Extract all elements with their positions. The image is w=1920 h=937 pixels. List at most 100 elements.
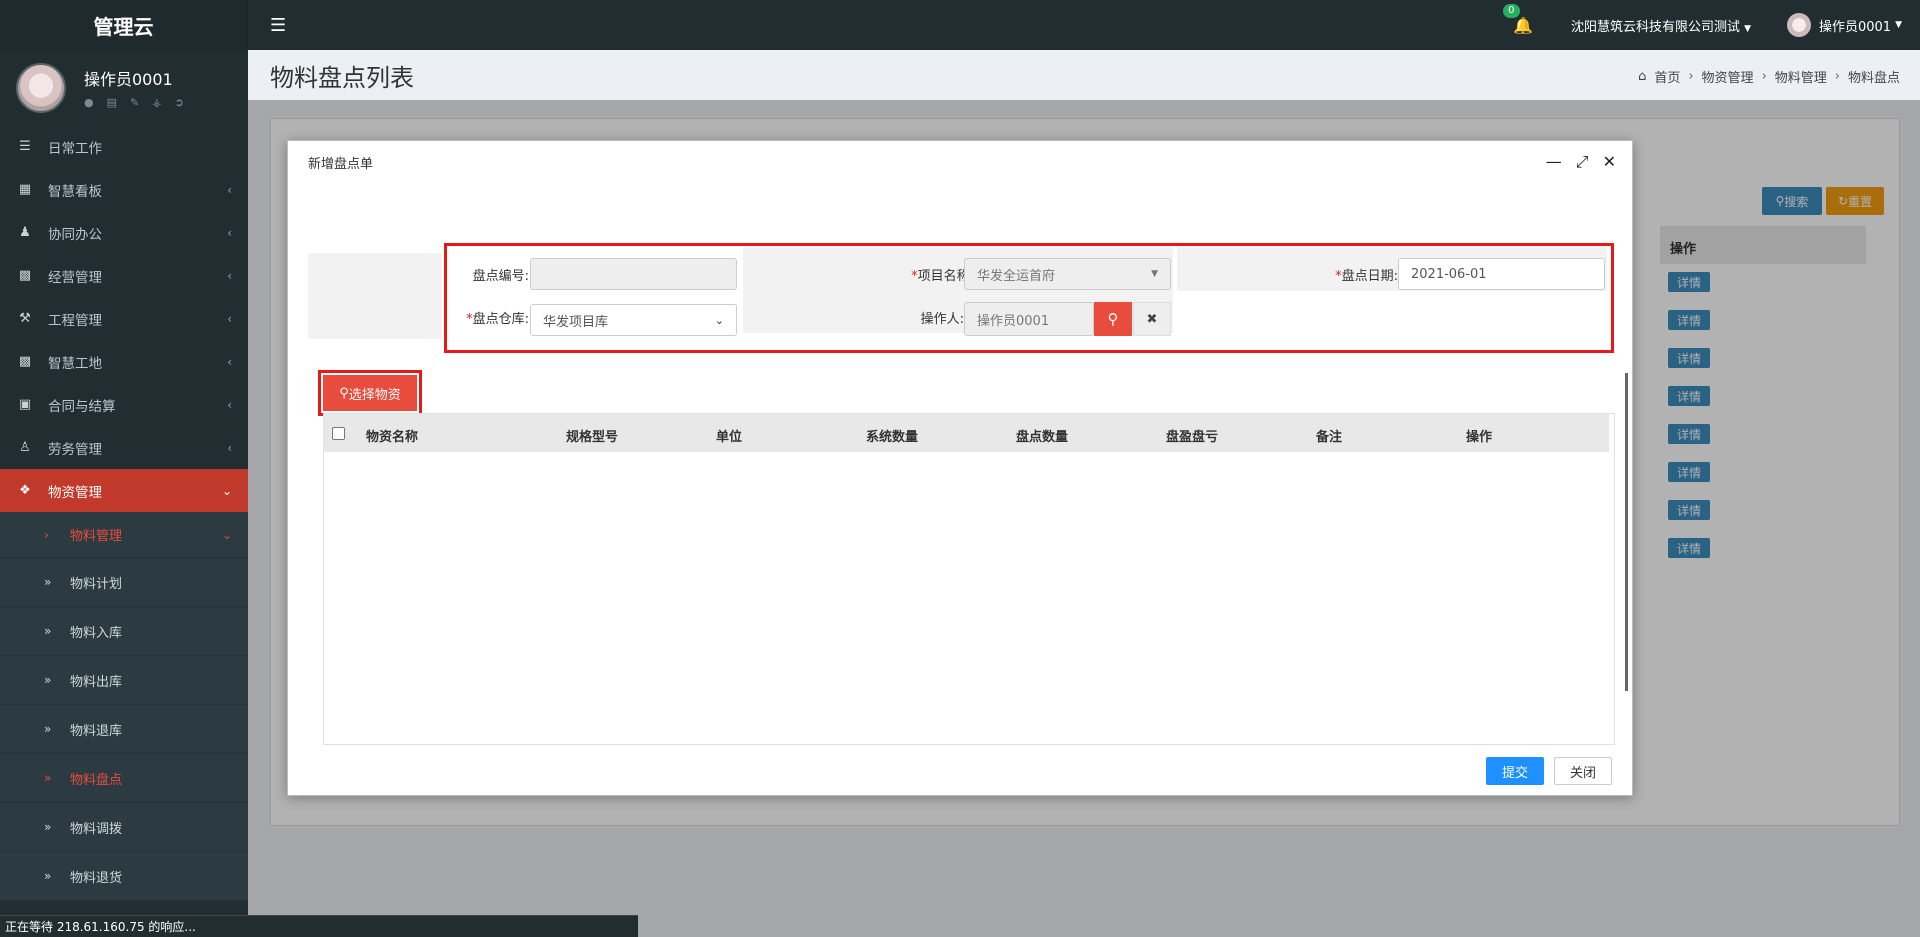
user-icon[interactable]: ● (84, 96, 94, 109)
caret-down-icon: ▼ (1744, 23, 1751, 34)
double-chevron-icon: » (44, 869, 52, 883)
sidebar-item-material-transfer[interactable]: » 物料调拨 (0, 803, 248, 852)
sidebar-item-office[interactable]: ♟ 协同办公 ‹ (0, 211, 248, 254)
sidebar-item-label: 劳务管理 (48, 441, 102, 458)
browser-status-bar: 正在等待 218.61.160.75 的响应... (0, 915, 638, 937)
chevron-left-icon: ‹ (227, 354, 232, 369)
user-dropdown[interactable]: 操作员0001 ▼ (1786, 13, 1902, 37)
operator-search-button[interactable]: ⚲ (1094, 302, 1132, 336)
hammer-icon: ⚒ (19, 311, 31, 326)
table-header: 物资名称 规格型号 单位 系统数量 盘点数量 盘盈盘亏 备注 操作 (324, 414, 1609, 452)
company-dropdown[interactable]: 沈阳慧筑云科技有限公司测试 ▼ (1571, 16, 1751, 35)
sidebar-item-label: 物料出库 (70, 674, 123, 690)
breadcrumb-item[interactable]: 物料管理 (1775, 67, 1827, 86)
double-chevron-icon: » (44, 673, 52, 687)
operator-name: 操作员0001 (1818, 19, 1892, 35)
home-icon: ⌂ (1638, 69, 1647, 84)
submit-button[interactable]: 提交 (1486, 757, 1544, 785)
project-value: 华发全运首府 (977, 268, 1056, 284)
chevron-down-icon: ⌄ (221, 527, 232, 542)
scrollbar[interactable] (1625, 373, 1628, 691)
breadcrumb-separator: › (1834, 69, 1840, 84)
sidebar-item-business[interactable]: ▩ 经营管理 ‹ (0, 254, 248, 297)
project-select[interactable]: 华发全运首府 ▼ (964, 258, 1171, 290)
brand-logo[interactable]: 管理云 (0, 0, 248, 50)
code-input[interactable] (530, 258, 737, 290)
card-icon[interactable]: ▤ (107, 96, 117, 109)
clear-icon: ✖ (1146, 311, 1158, 327)
modal-title: 新增盘点单 (308, 156, 374, 172)
operator-input[interactable]: 操作员0001 (964, 302, 1094, 336)
material-table: 物资名称 规格型号 单位 系统数量 盘点数量 盘盈盘亏 备注 操作 (323, 413, 1615, 745)
logout-icon[interactable]: ➲ (175, 96, 184, 109)
submit-label: 提交 (1501, 765, 1528, 781)
sidebar-item-smart-board[interactable]: ▦ 智慧看板 ‹ (0, 168, 248, 211)
warehouse-value: 华发项目库 (543, 314, 609, 330)
edit-icon[interactable]: ✎ (130, 96, 139, 109)
sidebar-item-label: 日常工作 (48, 140, 102, 157)
sidebar-item-label: 协同办公 (48, 226, 102, 243)
form-left-cell (308, 253, 442, 339)
column-header: 物资名称 (366, 430, 419, 445)
caret-down-icon: ▼ (1895, 20, 1902, 30)
breadcrumb-item[interactable]: 物资管理 (1702, 67, 1754, 86)
bell-icon[interactable]: 🔔 0 (1503, 3, 1533, 35)
sidebar-item-daily-work[interactable]: ☰ 日常工作 (0, 125, 248, 168)
user-name: 操作员0001 (84, 70, 173, 89)
submenu-group-material-management[interactable]: › 物料管理 ⌄ (0, 512, 248, 558)
date-value: 2021-06-01 (1411, 266, 1487, 282)
sidebar-item-label: 物料调拨 (70, 821, 123, 837)
date-input[interactable]: 2021-06-01 (1398, 258, 1605, 290)
sidebar-item-label: 物料退库 (70, 723, 123, 739)
content-header: 物料盘点列表 ⌂ 首页 › 物资管理 › 物料管理 › 物料盘点 (248, 50, 1920, 100)
chevron-down-icon: ⌄ (714, 313, 724, 327)
caret-down-icon: ▼ (1151, 269, 1158, 279)
sidebar-item-engineering[interactable]: ⚒ 工程管理 ‹ (0, 297, 248, 340)
sidebar-item-contract[interactable]: ▣ 合同与结算 ‹ (0, 383, 248, 426)
select-material-label: 选择物资 (348, 387, 401, 403)
chevron-left-icon: ‹ (227, 268, 232, 283)
close-button[interactable]: 关闭 (1554, 757, 1612, 785)
select-all-checkbox[interactable] (332, 427, 345, 440)
breadcrumb-home[interactable]: 首页 (1654, 67, 1680, 86)
maximize-icon[interactable]: ⤢ (1576, 152, 1589, 172)
select-material-button[interactable]: ⚲ 选择物资 (323, 375, 417, 411)
sidebar-item-label: 经营管理 (48, 269, 102, 286)
avatar[interactable] (16, 62, 66, 113)
sidebar-item-material-refund[interactable]: » 物料退货 (0, 852, 248, 901)
warehouse-select[interactable]: 华发项目库 ⌄ (530, 304, 737, 336)
minimize-icon[interactable]: — (1546, 152, 1562, 172)
menu-toggle-icon[interactable]: ☰ (270, 15, 286, 36)
sidebar-item-smart-site[interactable]: ▩ 智慧工地 ‹ (0, 340, 248, 383)
double-chevron-icon: » (44, 575, 52, 589)
column-header: 规格型号 (566, 430, 619, 445)
dashboard-icon: ▦ (18, 182, 32, 197)
sidebar-item-material-inbound[interactable]: » 物料入库 (0, 607, 248, 656)
double-chevron-icon: » (44, 771, 52, 785)
close-icon[interactable]: ✕ (1603, 152, 1616, 172)
sidebar-item-material-outbound[interactable]: » 物料出库 (0, 656, 248, 705)
column-header: 操作 (1466, 430, 1493, 445)
code-label-text: 盘点编号: (472, 269, 529, 284)
sidebar-item-material-plan[interactable]: » 物料计划 (0, 558, 248, 607)
sidebar-item-label: 工程管理 (48, 312, 102, 329)
operator-clear-button[interactable]: ✖ (1133, 302, 1171, 336)
sidebar-item-label: 智慧工地 (48, 355, 102, 372)
page-title: 物料盘点列表 (270, 64, 414, 92)
sidebar-item-label: 物资管理 (48, 484, 102, 501)
chevron-left-icon: ‹ (227, 182, 232, 197)
sidebar-item-label: 物料退货 (70, 870, 123, 886)
chevron-left-icon: ‹ (227, 440, 232, 455)
sidebar-item-materials[interactable]: ❖ 物资管理 ⌄ (0, 469, 248, 512)
chevron-down-icon: ⌄ (221, 483, 232, 498)
breadcrumb-separator: › (1688, 69, 1694, 84)
sidebar-item-labor[interactable]: ♙ 劳务管理 ‹ (0, 426, 248, 469)
key-icon[interactable]: ⚶ (152, 96, 161, 109)
close-label: 关闭 (1569, 765, 1596, 781)
company-name: 沈阳慧筑云科技有限公司测试 (1571, 19, 1741, 35)
top-navbar: ☰ 🔔 0 沈阳慧筑云科技有限公司测试 ▼ 操作员0001 ▼ (248, 0, 1920, 50)
double-chevron-icon: » (44, 820, 52, 834)
sidebar-item-material-inventory[interactable]: » 物料盘点 (0, 754, 248, 803)
column-header: 单位 (716, 430, 743, 445)
sidebar-item-material-return[interactable]: » 物料退库 (0, 705, 248, 754)
